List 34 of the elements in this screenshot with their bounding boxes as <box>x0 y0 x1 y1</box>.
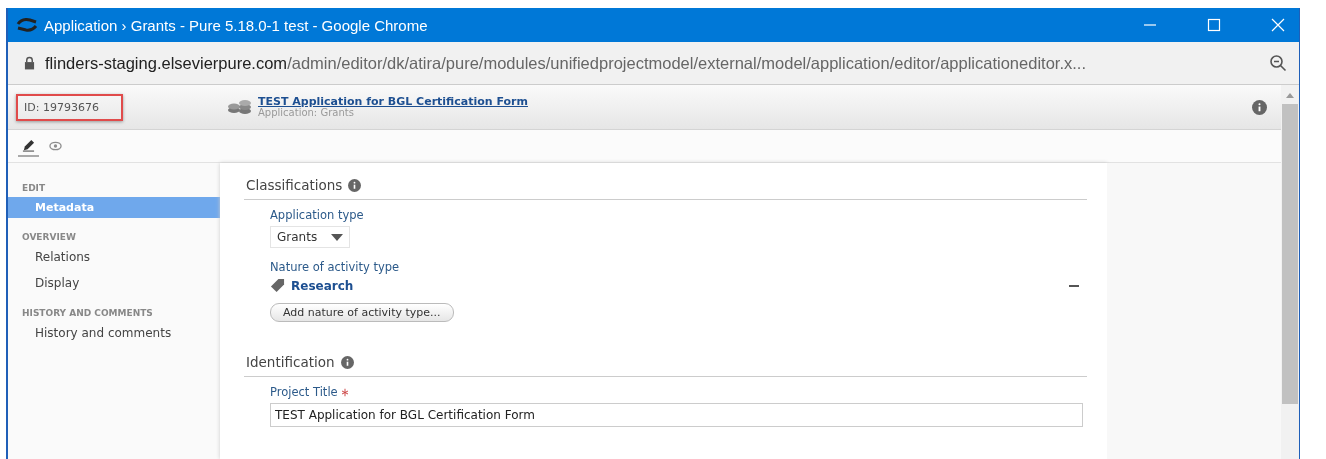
add-button[interactable]: Add nature of activity type... <box>270 303 454 322</box>
field-label: Project Title <box>270 385 338 399</box>
tag-link[interactable]: Research <box>291 278 354 293</box>
sidebar-item[interactable]: History and comments <box>8 322 220 344</box>
scrollbar[interactable] <box>1281 85 1299 459</box>
info-icon[interactable] <box>348 178 362 192</box>
sidebar-heading: EDIT <box>21 183 47 193</box>
sidebar-item[interactable]: Display <box>8 272 220 294</box>
app-logo-icon <box>16 18 38 32</box>
field-label: Application type <box>270 208 364 222</box>
record-title[interactable]: TEST Application for BGL Certification Form <box>258 96 528 107</box>
section-title: Classifications <box>246 177 343 193</box>
sidebar-heading: HISTORY AND COMMENTS <box>21 308 154 318</box>
caret-icon[interactable] <box>331 233 344 241</box>
eye-icon[interactable] <box>49 141 62 151</box>
close-icon[interactable] <box>1271 18 1285 32</box>
lock-icon <box>24 56 35 70</box>
info-icon[interactable] <box>1252 99 1267 115</box>
sidebar-heading: OVERVIEW <box>21 232 77 242</box>
coins-icon <box>228 99 252 115</box>
pencil-icon[interactable] <box>22 138 35 152</box>
maximize-icon[interactable] <box>1207 18 1221 32</box>
remove-icon[interactable] <box>1069 284 1079 287</box>
tag-icon <box>270 278 285 293</box>
section-title: Identification <box>246 354 335 370</box>
record-id: ID: 19793676 <box>16 93 123 121</box>
title-input[interactable]: TEST Application for BGL Certification Form <box>270 403 1083 427</box>
field-label: Nature of activity type <box>270 260 400 274</box>
record-subtitle: Application: Grants <box>258 107 354 118</box>
zoom-icon[interactable] <box>1269 54 1287 72</box>
info-icon[interactable] <box>340 355 354 369</box>
type-dropdown[interactable]: Grants <box>270 226 351 248</box>
window-title: Application › Grants - Pure 5.18.0-1 test - Google Chrome <box>44 16 428 34</box>
sidebar-item[interactable]: Relations <box>8 246 220 268</box>
